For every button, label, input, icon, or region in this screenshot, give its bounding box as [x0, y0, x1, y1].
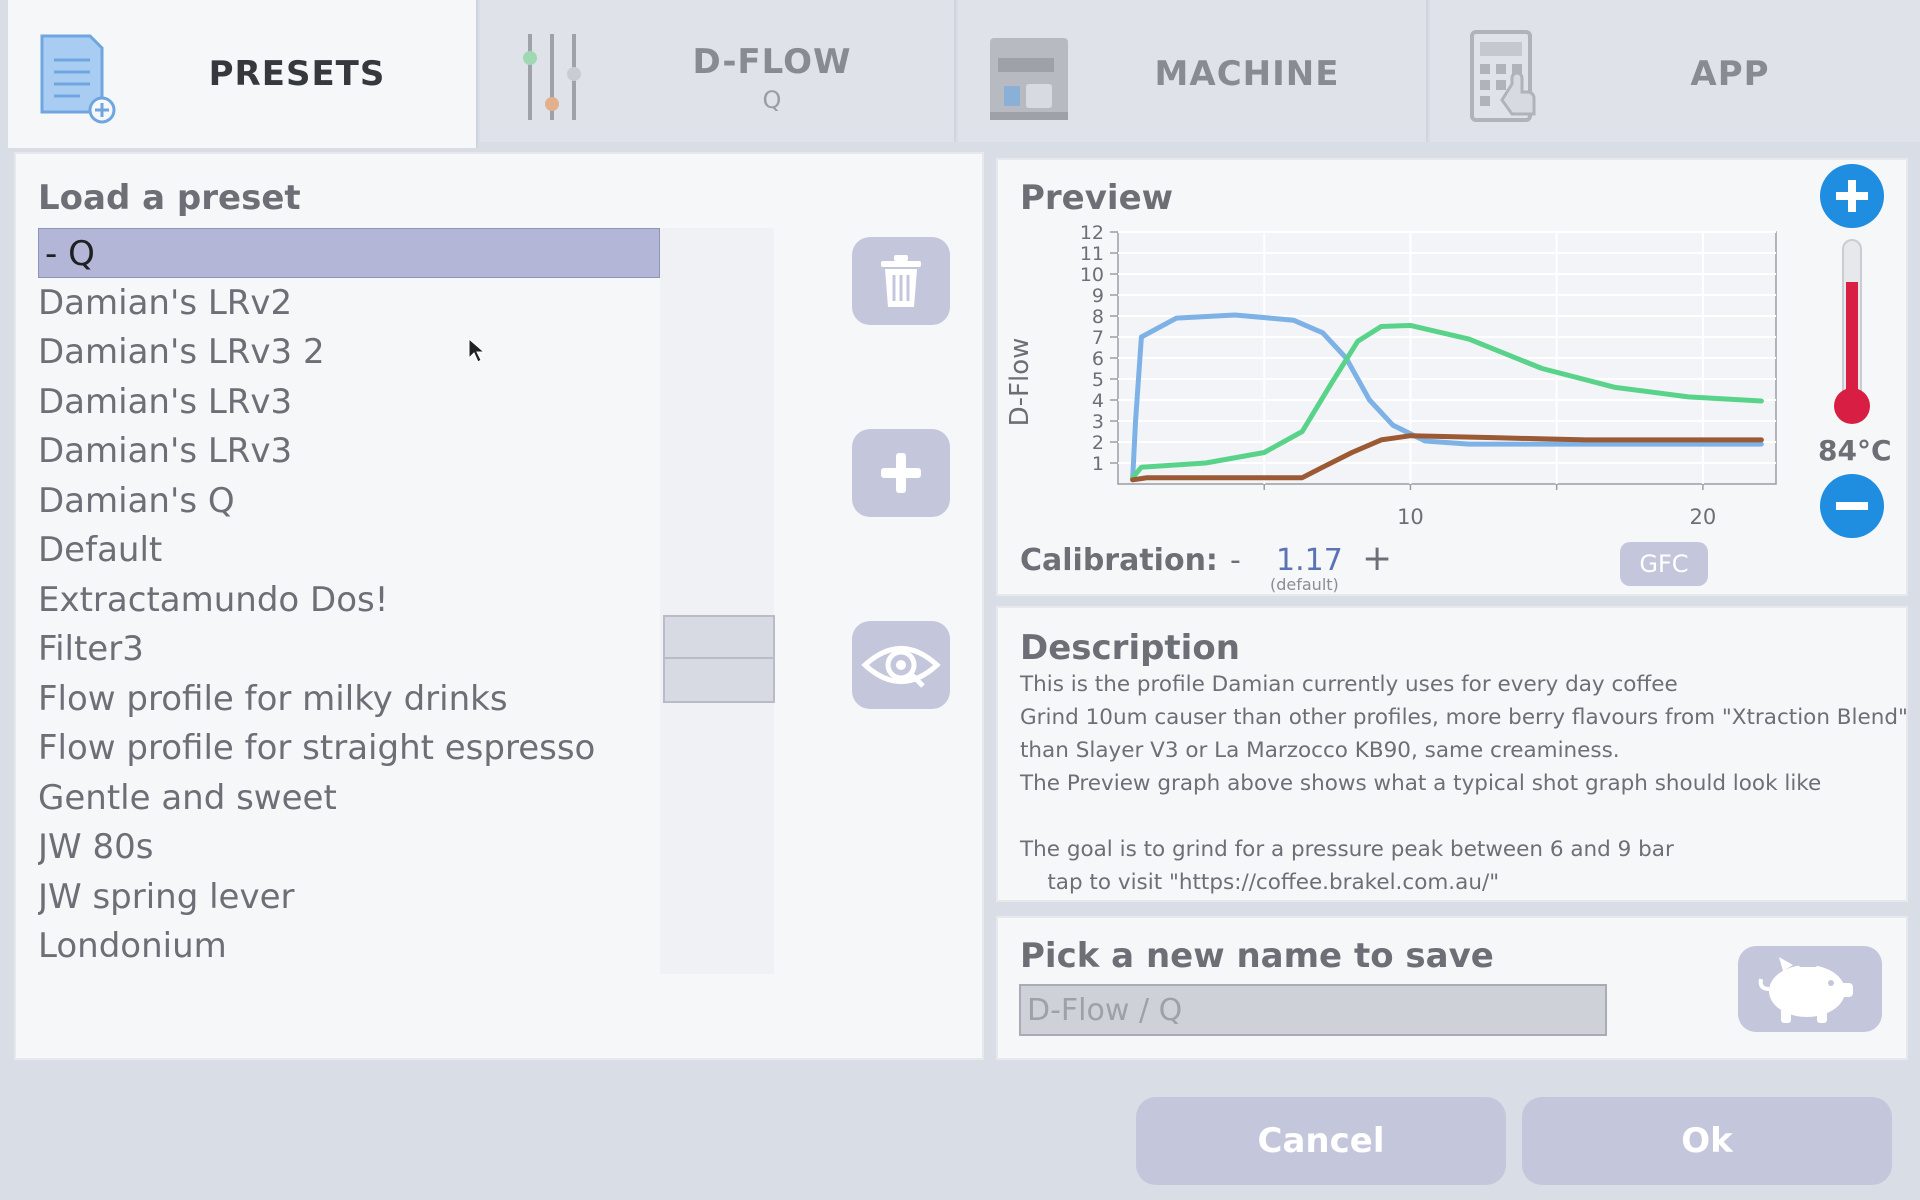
- chart-x-tick-label: 10: [1397, 505, 1424, 529]
- minus-icon: [1836, 502, 1868, 510]
- description-text[interactable]: This is the profile Damian currently use…: [1020, 668, 1908, 899]
- preview-chart: 12345678910111210 20 D-Flow: [1006, 222, 1777, 529]
- description-title: Description: [1020, 628, 1240, 668]
- preset-list-item[interactable]: Damian's LRv3 2: [38, 327, 658, 377]
- tab-machine[interactable]: MACHINE: [958, 0, 1428, 142]
- save-title: Pick a new name to save: [1020, 936, 1494, 976]
- tab-label: D-FLOW: [692, 42, 852, 82]
- preset-list-item[interactable]: Filter3: [38, 624, 658, 674]
- mouse-cursor-icon: [468, 338, 486, 363]
- tab-label: PRESETS: [208, 54, 386, 94]
- description-line: than Slayer V3 or La Marzocco KB90, same…: [1020, 738, 1620, 763]
- preset-list-item[interactable]: Default: [38, 525, 658, 575]
- preset-list-item[interactable]: - Q: [38, 228, 660, 278]
- preset-list-item[interactable]: Damian's LRv3: [38, 377, 658, 427]
- chart-y-tick-label: 1: [1092, 453, 1104, 475]
- chart-x-tick-label: 20: [1690, 505, 1717, 529]
- app-settings-icon: [1470, 30, 1536, 122]
- calibration-increase-button[interactable]: +: [1362, 538, 1392, 579]
- description-line: [1020, 800, 1890, 833]
- description-link[interactable]: tap to visit "https://coffee.brakel.com.…: [1020, 866, 1890, 899]
- tab-label: APP: [1690, 54, 1770, 94]
- calibration-label: Calibration:: [1020, 543, 1218, 578]
- preset-list-scrollbar[interactable]: [663, 615, 775, 703]
- delete-preset-button[interactable]: [852, 237, 950, 325]
- chart-y-tick-label: 8: [1092, 306, 1104, 328]
- preset-list-item[interactable]: JW spring lever: [38, 872, 658, 922]
- cancel-button[interactable]: Cancel: [1136, 1097, 1506, 1185]
- sliders-icon: [523, 34, 581, 120]
- description-line: The goal is to grind for a pressure peak…: [1020, 837, 1674, 862]
- tab-sublabel: Q: [762, 86, 782, 114]
- chart-y-tick-label: 6: [1092, 348, 1104, 370]
- save-preset-button[interactable]: [1738, 946, 1882, 1032]
- temperature-value: 84°C: [1818, 434, 1892, 467]
- chart-y-tick-label: 3: [1092, 411, 1104, 433]
- preset-list-item[interactable]: JW 80s: [38, 822, 658, 872]
- preset-list[interactable]: - Q Damian's LRv2 Damian's LRv3 2 Damian's …: [38, 228, 774, 974]
- chart-y-tick-label: 5: [1092, 369, 1104, 391]
- preset-list-item[interactable]: Damian's Q: [38, 476, 658, 526]
- tab-presets[interactable]: PRESETS: [8, 0, 478, 148]
- zoom-in-button[interactable]: [1820, 164, 1884, 228]
- chart-y-tick-label: 9: [1092, 285, 1104, 307]
- calibration-default-note: (default): [1270, 575, 1339, 594]
- preset-list-item[interactable]: Extractamundo Dos!: [38, 575, 658, 625]
- calibration-decrease-button[interactable]: -: [1230, 543, 1241, 578]
- tab-d-flow[interactable]: D-FLOW Q: [480, 0, 956, 142]
- preset-name-input[interactable]: [1019, 984, 1607, 1036]
- chart-y-tick-label: 11: [1080, 243, 1104, 265]
- eye-icon: [861, 646, 941, 688]
- preset-list-item[interactable]: Londonium: [38, 921, 658, 971]
- description-line: This is the profile Damian currently use…: [1020, 672, 1678, 697]
- presets-icon: [40, 34, 116, 124]
- description-line: The Preview graph above shows what a typ…: [1020, 771, 1822, 796]
- calibration-value: 1.17: [1276, 543, 1343, 578]
- description-line: Grind 10um causer than other profiles, m…: [1020, 705, 1908, 730]
- thermometer-icon: [1834, 239, 1870, 424]
- chart-y-tick-label: 2: [1092, 432, 1104, 454]
- tab-label: MACHINE: [1154, 54, 1340, 94]
- view-preset-button[interactable]: [852, 621, 950, 709]
- tab-bar: PRESETS D-FLOW Q MACHINE APP: [0, 0, 1920, 148]
- chart-y-tick-label: 12: [1080, 222, 1104, 244]
- preset-list-item[interactable]: Damian's LRv2: [38, 278, 658, 328]
- add-preset-button[interactable]: [852, 429, 950, 517]
- preset-list-item[interactable]: Flow profile for straight espresso: [38, 723, 658, 773]
- preset-list-item[interactable]: Damian's LRv3: [38, 426, 658, 476]
- zoom-out-button[interactable]: [1820, 474, 1884, 538]
- gfc-button[interactable]: GFC: [1620, 542, 1708, 586]
- chart-y-tick-label: 7: [1092, 327, 1104, 349]
- plus-icon: [1836, 180, 1868, 212]
- piggy-bank-icon: [1758, 957, 1853, 1023]
- preset-list-item[interactable]: Gentle and sweet: [38, 773, 658, 823]
- espresso-machine-icon: [990, 38, 1068, 120]
- chart-y-tick-label: 10: [1080, 264, 1104, 286]
- tab-app[interactable]: APP: [1430, 0, 1920, 142]
- chart-y-tick-label: 4: [1092, 390, 1104, 412]
- chart-y-axis-label: D-Flow: [1006, 338, 1035, 427]
- preview-title: Preview: [1020, 178, 1174, 218]
- preset-list-item[interactable]: Flow profile for milky drinks: [38, 674, 658, 724]
- plus-icon: [881, 453, 921, 493]
- trash-icon: [881, 255, 921, 307]
- load-preset-title: Load a preset: [38, 178, 301, 218]
- ok-button[interactable]: Ok: [1522, 1097, 1892, 1185]
